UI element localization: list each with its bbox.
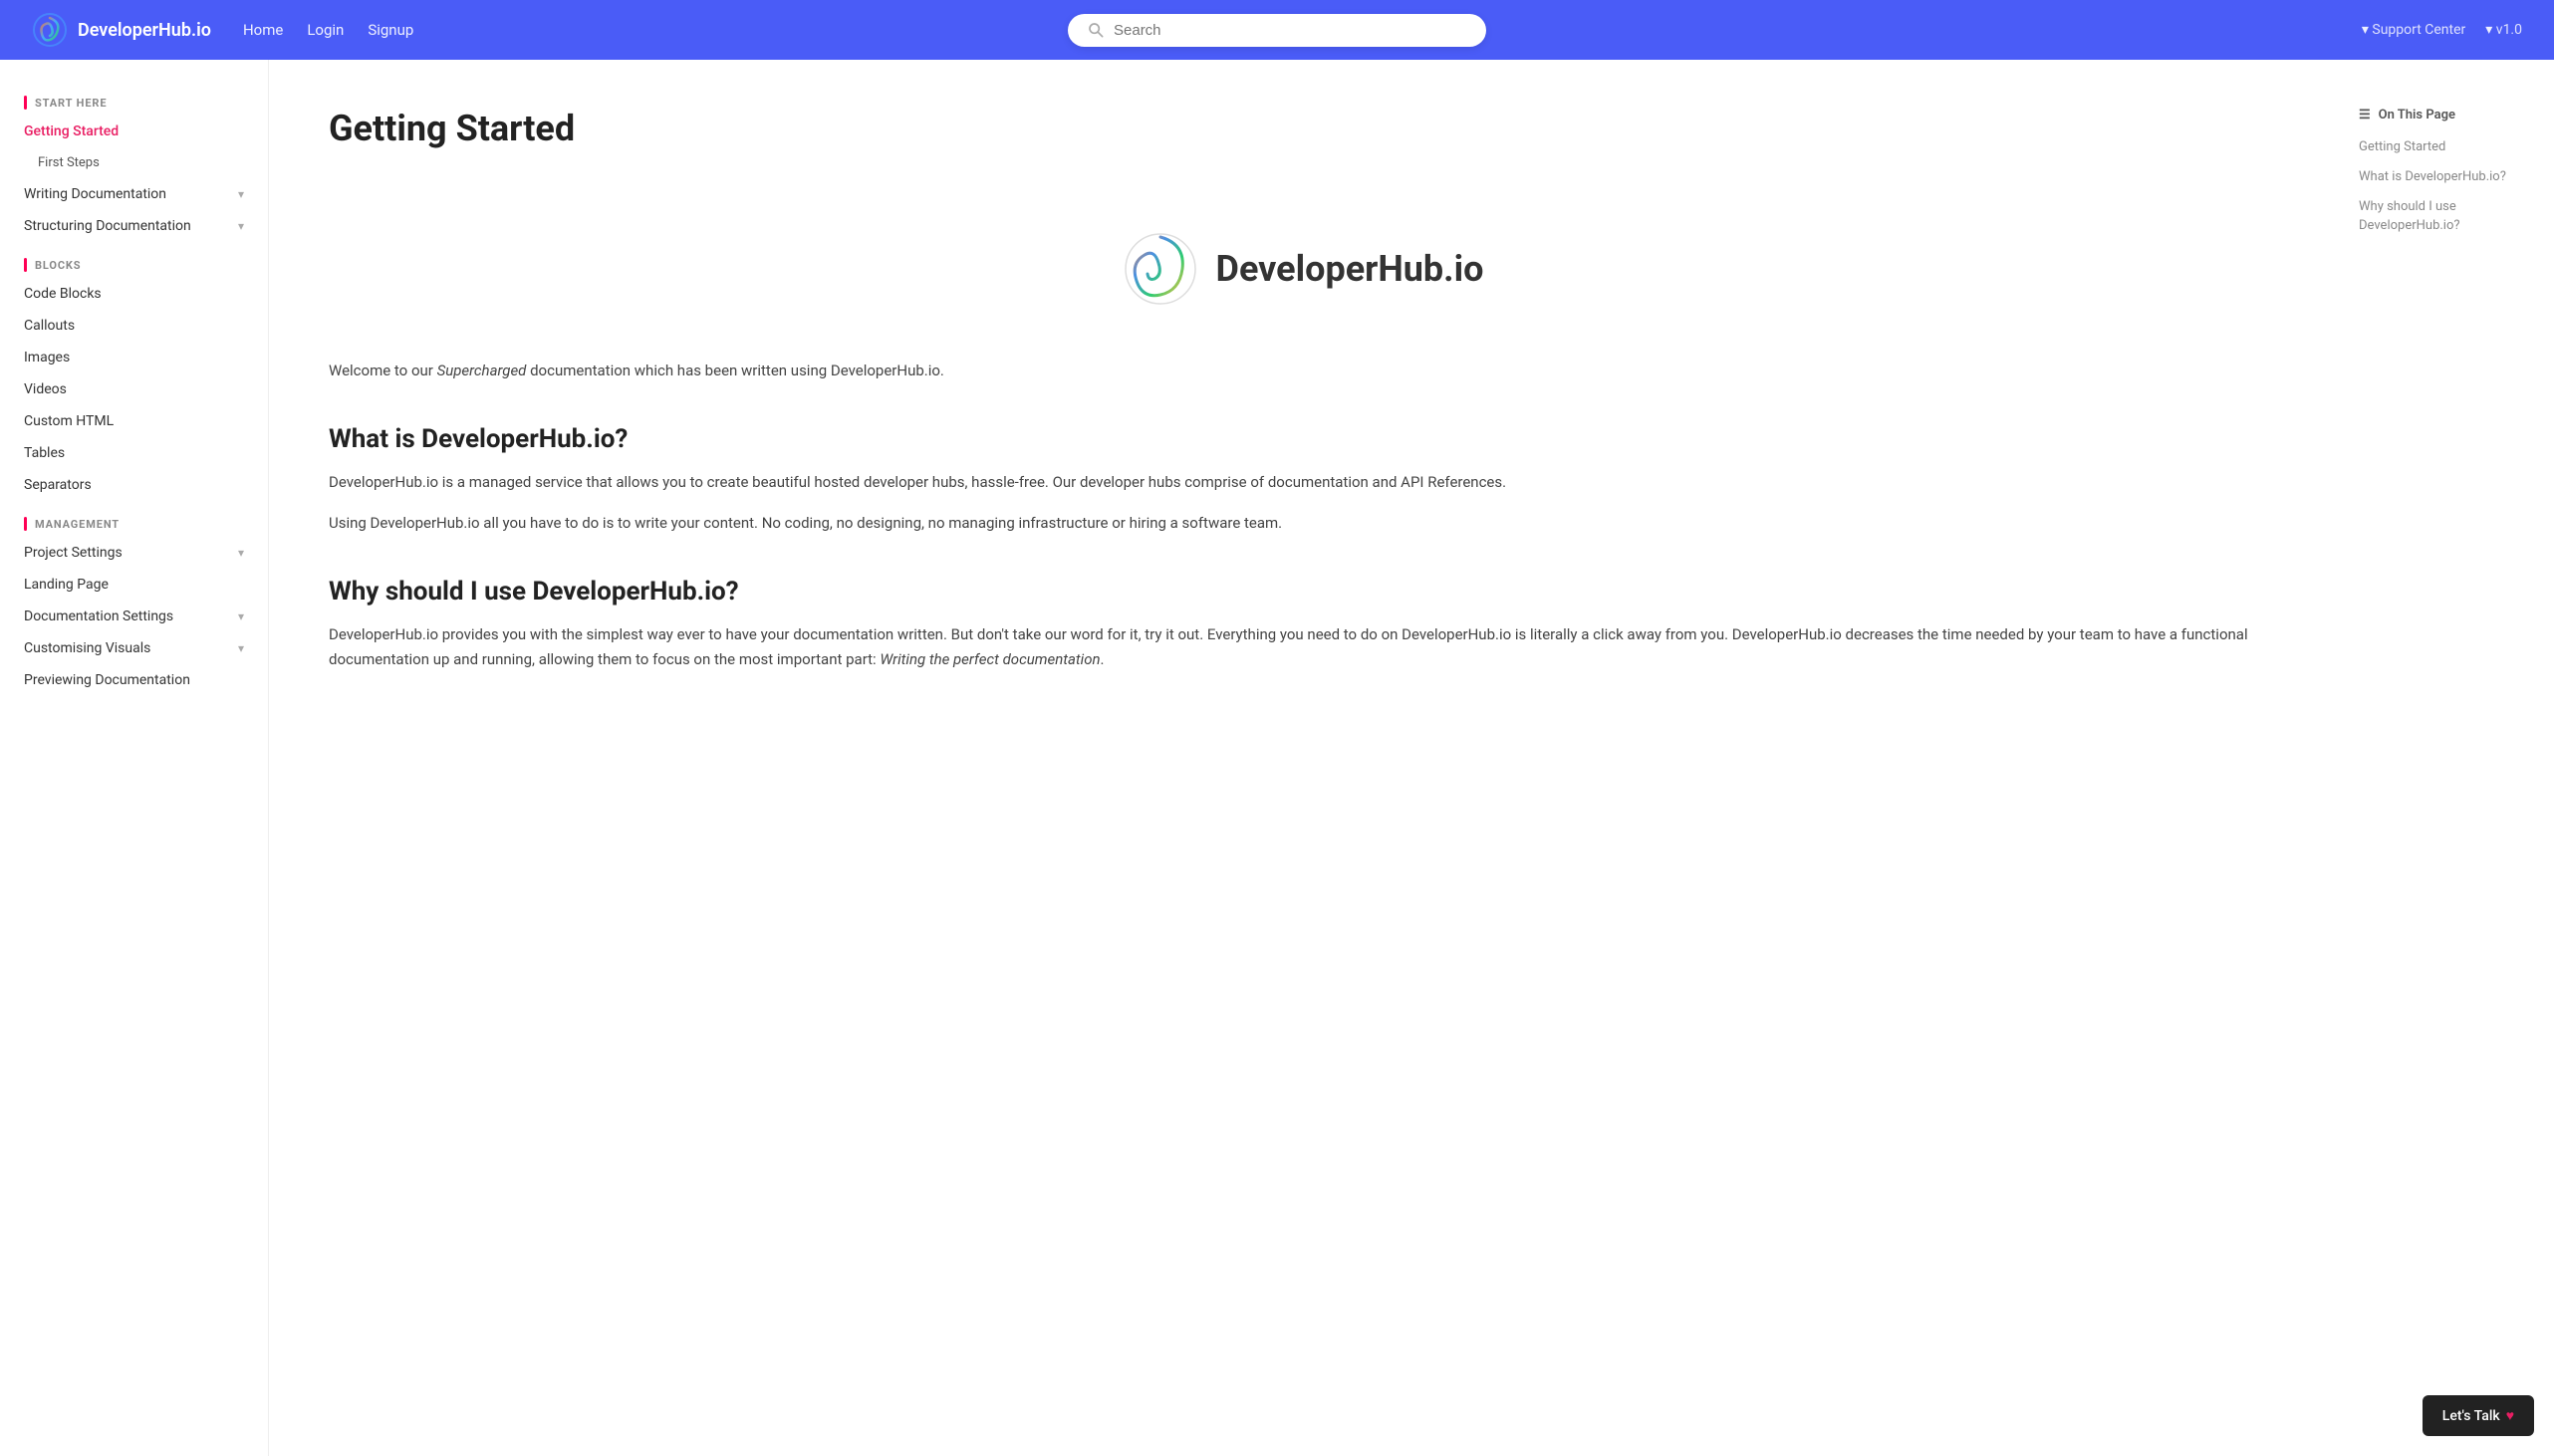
sidebar-item-previewing-documentation[interactable]: Previewing Documentation (0, 664, 268, 696)
on-this-page-link-3[interactable]: Why should I use DeveloperHub.io? (2359, 198, 2530, 234)
sidebar-section-management: MANAGEMENT (0, 501, 268, 537)
sidebar-section-blocks: BLOCKS (0, 242, 268, 278)
on-this-page-links: Getting Started What is DeveloperHub.io?… (2359, 138, 2530, 235)
sidebar-item-documentation-settings[interactable]: Documentation Settings ▾ (0, 601, 268, 632)
sidebar: START HERE Getting Started First Steps W… (0, 60, 269, 1456)
on-this-page-link-1[interactable]: Getting Started (2359, 138, 2530, 156)
sidebar-item-getting-started[interactable]: Getting Started (0, 116, 268, 147)
nav-signup[interactable]: Signup (368, 21, 413, 39)
what-is-section: What is DeveloperHub.io? DeveloperHub.io… (329, 424, 2275, 537)
intro-section: Welcome to our Supercharged documentatio… (329, 359, 2275, 384)
sidebar-item-structuring-documentation[interactable]: Structuring Documentation ▾ (0, 210, 268, 242)
what-is-heading: What is DeveloperHub.io? (329, 424, 2275, 454)
brand-display-name: DeveloperHub.io (1216, 248, 1484, 290)
what-is-para2: Using DeveloperHub.io all you have to do… (329, 511, 2275, 537)
brand-name: DeveloperHub.io (78, 20, 211, 41)
why-para1: DeveloperHub.io provides you with the si… (329, 622, 2275, 673)
chevron-down-icon: ▾ (238, 546, 244, 560)
right-panel: ☰ On This Page Getting Started What is D… (2335, 60, 2554, 1456)
why-section: Why should I use DeveloperHub.io? Develo… (329, 577, 2275, 673)
version-label: ▾ v1.0 (2485, 22, 2522, 38)
chevron-down-icon: ▾ (238, 641, 244, 655)
sidebar-item-first-steps[interactable]: First Steps (0, 147, 268, 178)
sidebar-item-tables[interactable]: Tables (0, 437, 268, 469)
nav-login[interactable]: Login (307, 21, 344, 39)
sidebar-item-custom-html[interactable]: Custom HTML (0, 405, 268, 437)
navbar-brand[interactable]: DeveloperHub.io (32, 12, 211, 48)
what-is-para1: DeveloperHub.io is a managed service tha… (329, 470, 2275, 496)
why-heading: Why should I use DeveloperHub.io? (329, 577, 2275, 607)
search-icon (1088, 22, 1104, 38)
on-this-page-title: ☰ On This Page (2359, 108, 2530, 122)
intro-italic: Supercharged (437, 362, 527, 379)
on-this-page-link-2[interactable]: What is DeveloperHub.io? (2359, 168, 2530, 186)
sidebar-item-customising-visuals[interactable]: Customising Visuals ▾ (0, 632, 268, 664)
sidebar-item-code-blocks[interactable]: Code Blocks (0, 278, 268, 310)
intro-paragraph: Welcome to our Supercharged documentatio… (329, 359, 2275, 384)
list-icon: ☰ (2359, 108, 2371, 122)
sidebar-section-start-here: START HERE (0, 80, 268, 116)
sidebar-item-callouts[interactable]: Callouts (0, 310, 268, 342)
lets-talk-button[interactable]: Let's Talk ♥ (2423, 1395, 2534, 1436)
search-input[interactable] (1114, 22, 1466, 39)
chevron-down-icon: ▾ (238, 219, 244, 233)
lets-talk-label: Let's Talk (2442, 1408, 2500, 1424)
sidebar-item-writing-documentation[interactable]: Writing Documentation ▾ (0, 178, 268, 210)
nav-home[interactable]: Home (243, 21, 283, 39)
layout: START HERE Getting Started First Steps W… (0, 60, 2554, 1456)
spiral-logo-icon (1121, 229, 1200, 309)
sidebar-item-project-settings[interactable]: Project Settings ▾ (0, 537, 268, 569)
main-content: Getting Started DeveloperHub.io W (269, 60, 2335, 1456)
navbar-right: ▾ Support Center ▾ v1.0 (2362, 22, 2522, 38)
sidebar-item-separators[interactable]: Separators (0, 469, 268, 501)
chevron-down-icon: ▾ (238, 187, 244, 201)
chevron-down-icon: ▾ (238, 609, 244, 623)
support-center-link[interactable]: ▾ Support Center (2362, 22, 2465, 38)
sidebar-item-landing-page[interactable]: Landing Page (0, 569, 268, 601)
sidebar-item-images[interactable]: Images (0, 342, 268, 373)
search-bar (1068, 14, 1486, 47)
page-title: Getting Started (329, 108, 2275, 149)
heart-icon: ♥ (2506, 1407, 2514, 1424)
why-italic: Writing the perfect documentation (880, 650, 1100, 668)
brand-logo-icon (32, 12, 68, 48)
sidebar-item-videos[interactable]: Videos (0, 373, 268, 405)
brand-logo-section: DeveloperHub.io (329, 189, 2275, 359)
